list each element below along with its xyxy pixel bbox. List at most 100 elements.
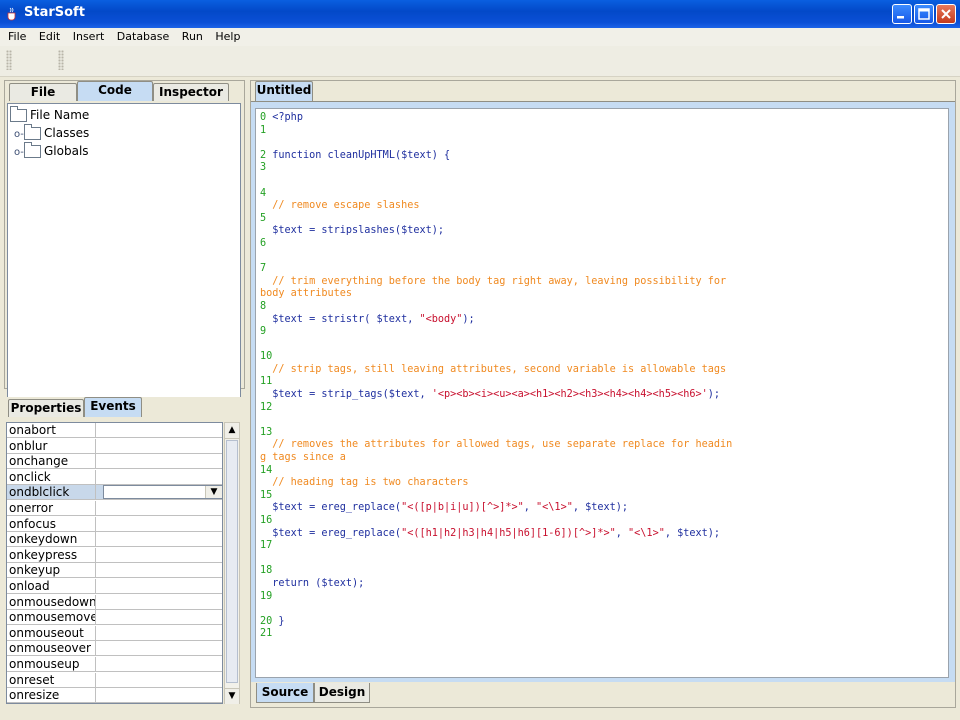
chevron-down-icon[interactable]: ▼ [205,486,222,499]
code-line[interactable] [260,339,732,352]
event-row[interactable]: onclick [7,469,222,485]
code-line[interactable]: 6 [260,238,732,251]
tab-design[interactable]: Design [314,683,370,703]
tab-source[interactable]: Source [256,683,314,703]
event-row[interactable]: onkeyup [7,563,222,579]
scroll-thumb[interactable] [226,440,238,683]
expand-handle-icon[interactable]: o- [14,145,24,161]
tab-events[interactable]: Events [84,397,142,417]
expand-handle-icon[interactable]: o- [14,127,24,143]
tab-inspector[interactable]: Inspector [153,83,229,101]
menu-help[interactable]: Help [212,28,246,43]
code-line[interactable] [260,553,732,566]
code-line[interactable]: 9 [260,326,732,339]
event-row[interactable]: onmouseup [7,657,222,672]
code-line[interactable] [260,137,732,150]
code-text[interactable]: 0 <?php 1 2 function cleanUpHTML($text) {… [260,112,732,641]
menu-database[interactable]: Database [114,28,176,43]
event-row[interactable]: onerror [7,501,222,516]
menu-file[interactable]: File [0,28,32,43]
code-line[interactable]: $text = ereg_replace("<([h1|h2|h3|h4|h5|… [260,528,732,541]
column-divider [95,547,96,563]
menu-insert[interactable]: Insert [70,28,111,43]
event-row[interactable]: onmousedown [7,594,222,610]
code-line[interactable]: $text = stristr( $text, "<body"); [260,314,732,327]
code-line[interactable]: 2 function cleanUpHTML($text) { [260,150,732,163]
code-line[interactable]: 17 [260,540,732,553]
toolbar-grip[interactable] [58,50,64,70]
code-line[interactable]: body attributes [260,288,732,301]
code-line[interactable]: $text = ereg_replace("<([p|b|i|u])[^>]*>… [260,502,732,515]
minimize-button[interactable] [892,4,912,24]
tab-untitled[interactable]: Untitled [255,81,313,101]
code-line[interactable]: 8 [260,301,732,314]
code-line[interactable]: 4 [260,188,732,201]
code-line[interactable]: 11 [260,376,732,389]
code-line[interactable] [260,603,732,616]
tab-code[interactable]: Code [77,81,153,101]
code-line[interactable]: return ($text); [260,578,732,591]
code-line[interactable]: // remove escape slashes [260,200,732,213]
code-line[interactable] [260,175,732,188]
code-line[interactable]: // trim everything before the body tag r… [260,276,732,289]
code-line[interactable]: 12 [260,402,732,415]
code-line[interactable]: $text = stripslashes($text); [260,225,732,238]
event-row[interactable]: onfocus [7,516,222,532]
code-line[interactable]: // strip tags, still leaving attributes,… [260,364,732,377]
event-row[interactable]: onresize [7,688,222,703]
tab-file[interactable]: File [9,83,77,101]
tree-root[interactable]: File Name [10,106,89,123]
toolbar-grip[interactable] [6,50,12,70]
scroll-up-button[interactable]: ▲ [225,423,239,439]
tree-item-globals[interactable]: o- Globals [14,142,89,161]
code-line[interactable]: 10 [260,351,732,364]
title-bar: StarSoft [0,0,960,28]
code-line[interactable]: 16 [260,515,732,528]
code-line[interactable]: 14 [260,465,732,478]
column-divider [95,641,96,657]
menu-edit[interactable]: Edit [36,28,66,43]
code-token: <?php [272,112,303,123]
code-line[interactable]: 15 [260,490,732,503]
menu-run[interactable]: Run [179,28,209,43]
close-button[interactable] [936,4,956,24]
event-row[interactable]: onreset [7,672,222,688]
column-divider [95,423,96,438]
code-line[interactable]: 3 [260,162,732,175]
maximize-button[interactable] [914,4,934,24]
event-row[interactable]: ondblclick ▼ [7,485,222,501]
code-line[interactable] [260,251,732,264]
code-line[interactable]: $text = strip_tags($text, '<p><b><i><u><… [260,389,732,402]
event-row[interactable]: onmouseout [7,625,222,641]
event-handler-dropdown[interactable]: ▼ [103,485,222,500]
event-row[interactable]: onabort [7,423,222,438]
code-line[interactable] [260,414,732,427]
code-line[interactable]: 20 } [260,616,732,629]
code-line[interactable]: 5 [260,213,732,226]
code-line[interactable]: g tags since a [260,452,732,465]
scroll-down-button[interactable]: ▼ [225,688,239,704]
event-row[interactable]: onkeydown [7,532,222,548]
event-row[interactable]: onkeypress [7,547,222,563]
code-editor[interactable]: 0 <?php 1 2 function cleanUpHTML($text) {… [255,108,949,678]
code-token: // removes the attributes for allowed ta… [260,439,733,451]
code-line[interactable]: // heading tag is two characters [260,477,732,490]
code-line[interactable]: 7 [260,263,732,276]
event-row[interactable]: onload [7,579,222,594]
code-line[interactable]: // removes the attributes for allowed ta… [260,439,732,452]
code-line[interactable]: 0 <?php [260,112,732,125]
code-line[interactable]: 18 [260,565,732,578]
code-token: // trim everything before the body tag r… [260,275,727,287]
event-row[interactable]: onmousemove [7,610,222,626]
event-row[interactable]: onmouseover [7,641,222,657]
code-line[interactable]: 13 [260,427,732,440]
code-line[interactable]: 1 [260,125,732,138]
tree-item-classes[interactable]: o- Classes [14,124,89,143]
event-row[interactable]: onblur [7,438,222,454]
code-line[interactable]: 19 [260,591,732,604]
event-row[interactable]: onchange [7,454,222,470]
line-number: 17 [260,540,279,552]
code-line[interactable]: 21 [260,628,732,641]
events-scrollbar[interactable]: ▲ ▼ [224,422,240,704]
tab-properties[interactable]: Properties [8,399,84,417]
